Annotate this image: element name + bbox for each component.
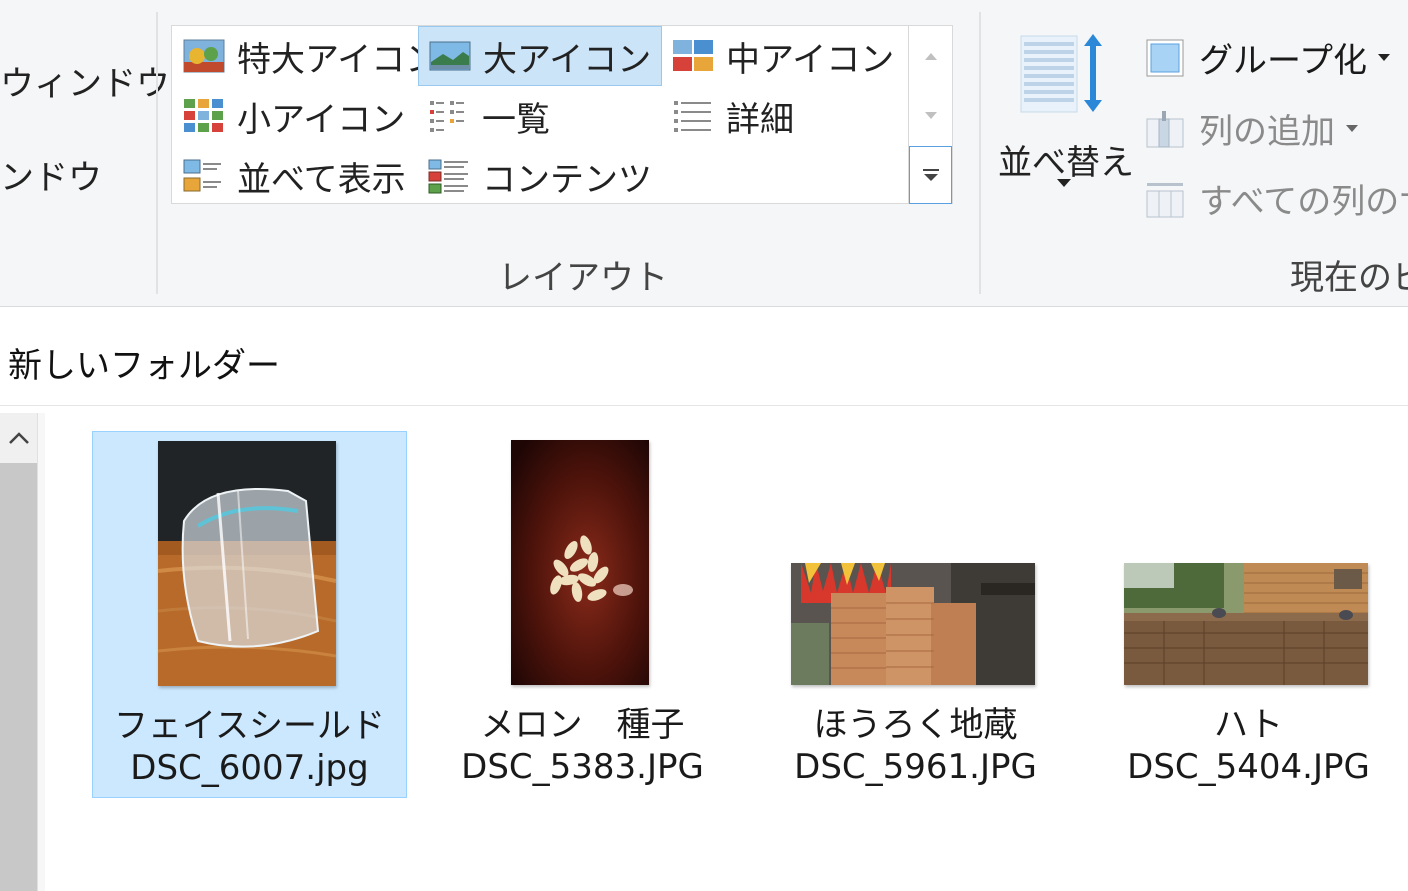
file-thumbnail: [1124, 563, 1368, 685]
content-icon: [428, 159, 468, 194]
group-separator: [979, 12, 981, 294]
file-name: フェイスシールド: [114, 706, 385, 746]
medium-icons-icon: [673, 40, 713, 71]
file-name: メロン 種子: [480, 705, 685, 745]
layout-tiles-label: 並べて表示: [237, 159, 406, 200]
small-icons-icon: [184, 99, 223, 132]
layout-details[interactable]: 詳細: [662, 86, 907, 146]
gallery-scrollbar: [909, 25, 953, 204]
extra-large-icons-icon: [183, 39, 225, 73]
gallery-scroll-down-button[interactable]: [909, 96, 952, 136]
layout-small-icons[interactable]: 小アイコン: [173, 86, 418, 146]
layout-large-icons-label: 大アイコン: [483, 39, 652, 80]
chevron-up-icon: [8, 432, 29, 444]
chevron-down-icon: [1377, 54, 1390, 61]
sort-by-label: 並べ替え: [998, 143, 1134, 183]
file-name: ほうろく地蔵: [813, 705, 1018, 745]
scroll-thumb[interactable]: [0, 463, 37, 891]
file-thumbnail: [791, 563, 1035, 685]
file-item[interactable]: ハト DSC_5404.JPG: [1091, 431, 1406, 798]
layout-medium-icons[interactable]: 中アイコン: [662, 26, 907, 86]
preview-pane-label: ウィンドウ: [0, 64, 170, 104]
ribbon: ウィンドウ ンドウ 特大アイコン 大アイコン 中アイコン 小アイコン 一覧 詳細…: [0, 0, 1408, 307]
layout-group-label: レイアウト: [498, 258, 668, 298]
chevron-up-icon: [924, 53, 937, 60]
layout-small-icons-label: 小アイコン: [237, 99, 406, 140]
folder-header: 新しいフォルダー: [0, 313, 1408, 406]
chevron-down-icon: [1346, 125, 1358, 132]
chevron-down-icon: [924, 112, 937, 119]
layout-extra-large-icons-label: 特大アイコン: [237, 39, 440, 80]
sort-icon: [1020, 34, 1102, 113]
large-icons-icon: [429, 41, 471, 71]
file-name: ハト: [1213, 705, 1284, 745]
file-filename: DSC_5404.JPG: [1127, 747, 1370, 787]
layout-details-label: 詳細: [726, 99, 794, 140]
group-separator: [156, 12, 158, 294]
size-all-columns-label: すべての列のサ: [1199, 182, 1408, 222]
list-icon: [430, 101, 464, 132]
add-columns-button[interactable]: 列の追加: [1145, 104, 1359, 153]
pane-divider[interactable]: [37, 413, 45, 891]
file-item[interactable]: メロン 種子 DSC_5383.JPG: [425, 431, 740, 798]
tiles-icon: [183, 159, 221, 192]
navigation-pane-scrollbar[interactable]: [0, 413, 37, 891]
file-filename: DSC_5961.JPG: [794, 747, 1037, 787]
add-columns-icon: [1146, 110, 1184, 147]
size-all-columns-button[interactable]: すべての列のサ: [1145, 174, 1408, 223]
details-pane-label: ンドウ: [0, 158, 102, 198]
layout-tiles[interactable]: 並べて表示: [173, 146, 418, 206]
file-filename: DSC_5383.JPG: [461, 747, 704, 787]
layout-content-label: コンテンツ: [482, 159, 652, 200]
file-item[interactable]: ほうろく地蔵 DSC_5961.JPG: [758, 431, 1073, 798]
layout-list[interactable]: 一覧: [418, 86, 662, 146]
file-thumbnail: [158, 441, 336, 686]
group-by-button[interactable]: グループ化: [1145, 33, 1391, 82]
layout-extra-large-icons[interactable]: 特大アイコン: [173, 26, 439, 86]
file-thumbnail: [511, 440, 649, 685]
folder-title: 新しいフォルダー: [8, 346, 280, 386]
add-columns-label: 列の追加: [1199, 112, 1335, 152]
layout-medium-icons-label: 中アイコン: [726, 39, 895, 80]
current-view-group-label: 現在のビ: [1290, 258, 1408, 298]
file-item[interactable]: フェイスシールド DSC_6007.jpg: [92, 431, 407, 798]
layout-large-icons[interactable]: 大アイコン: [418, 26, 662, 86]
file-filename: DSC_6007.jpg: [130, 748, 369, 788]
size-columns-icon: [1146, 182, 1184, 217]
details-pane-button[interactable]: ンドウ: [0, 150, 102, 199]
gallery-more-button[interactable]: [909, 146, 952, 204]
layout-gallery: 特大アイコン 大アイコン 中アイコン 小アイコン 一覧 詳細 並べて表示 コンテ…: [171, 25, 909, 204]
layout-list-label: 一覧: [482, 99, 550, 140]
details-icon: [674, 101, 711, 132]
group-by-label: グループ化: [1199, 41, 1367, 81]
group-by-icon: [1146, 39, 1184, 76]
scroll-up-button[interactable]: [0, 413, 37, 463]
preview-pane-button[interactable]: ウィンドウ: [0, 56, 170, 105]
expand-more-icon: [922, 169, 939, 181]
layout-content[interactable]: コンテンツ: [418, 146, 662, 206]
gallery-scroll-up-button[interactable]: [909, 36, 952, 76]
